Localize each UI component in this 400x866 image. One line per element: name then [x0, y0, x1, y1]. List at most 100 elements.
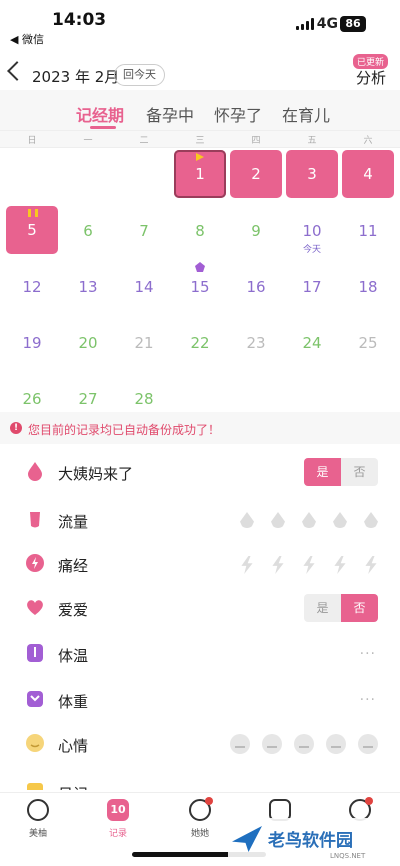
calendar-day[interactable]: 17: [284, 260, 340, 314]
record-row-weight[interactable]: 体重 ···: [12, 678, 390, 722]
calendar-day[interactable]: 14: [116, 260, 172, 314]
bird-logo-icon: [232, 826, 262, 852]
weekday-thu: 四: [251, 136, 261, 146]
record-row-pain: 痛经: [12, 542, 390, 586]
day-number: 6: [83, 222, 93, 240]
day-number: 10: [302, 222, 322, 240]
weekday-fri: 五: [307, 136, 317, 146]
flow-level-3[interactable]: [302, 512, 316, 528]
back-chevron-icon[interactable]: [7, 61, 27, 81]
mood-option-5[interactable]: [358, 734, 378, 754]
day-number: 8: [195, 222, 205, 240]
mood-option-2[interactable]: [262, 734, 282, 754]
day-number: 19: [22, 334, 42, 352]
flow-selector: [240, 512, 378, 528]
notification-dot: [365, 797, 373, 805]
status-time: 14:03: [52, 10, 107, 30]
tab-community[interactable]: 她她: [170, 797, 230, 839]
record-label: 大姨妈来了: [58, 465, 134, 483]
notification-dot: [205, 797, 213, 805]
flow-level-2[interactable]: [271, 512, 285, 528]
calendar-icon: 10: [107, 799, 129, 821]
calendar-day[interactable]: 5: [6, 206, 58, 254]
calendar-day[interactable]: 24: [284, 316, 340, 370]
record-label: 心情: [58, 737, 89, 755]
record-row-love: 爱爱 是 否: [12, 586, 390, 630]
calendar-day[interactable]: 2: [230, 150, 282, 198]
tab-preparing[interactable]: 备孕中: [146, 102, 194, 126]
day-number: 9: [251, 222, 261, 240]
day-number: 22: [190, 334, 210, 352]
calendar-day[interactable]: 21: [116, 316, 172, 370]
heart-icon: [27, 600, 43, 615]
calendar-day[interactable]: 8: [172, 204, 228, 258]
calendar-day[interactable]: 12: [4, 260, 60, 314]
tab-meiyou[interactable]: 美柚: [8, 799, 68, 839]
calendar-day[interactable]: 20: [60, 316, 116, 370]
tab-pregnant[interactable]: 怀孕了: [214, 102, 262, 126]
calendar-day[interactable]: 1: [174, 150, 226, 198]
mood-option-1[interactable]: [230, 734, 250, 754]
record-row-diary[interactable]: 日记: [12, 770, 390, 790]
battery-icon: 86: [340, 16, 366, 32]
drop-icon: [28, 462, 42, 481]
tab-record[interactable]: 10 记录: [88, 799, 148, 839]
calendar-day[interactable]: 10 今天: [284, 204, 340, 258]
weekday-tue: 二: [139, 136, 149, 146]
day-number: 25: [358, 334, 378, 352]
calendar-day[interactable]: 13: [60, 260, 116, 314]
calendar-day[interactable]: 22: [172, 316, 228, 370]
pain-level-3[interactable]: [303, 556, 315, 574]
pain-icon: [26, 554, 44, 572]
weekday-wed: 三: [195, 136, 205, 146]
day-number: 14: [134, 278, 154, 296]
flow-level-5[interactable]: [364, 512, 378, 528]
record-row-flow: 流量: [12, 498, 390, 542]
calendar-day[interactable]: 6: [60, 204, 116, 258]
mood-selector: [230, 734, 378, 754]
flow-level-1[interactable]: [240, 512, 254, 528]
month-title[interactable]: 2023 年 2月: [32, 66, 119, 87]
today-label: 今天: [302, 245, 321, 255]
calendar-day[interactable]: 4: [342, 150, 394, 198]
day-number: 4: [363, 165, 373, 183]
weekday-mon: 一: [83, 136, 93, 146]
calendar-day[interactable]: 23: [228, 316, 284, 370]
day-number: 16: [246, 278, 266, 296]
period-no-button[interactable]: 否: [341, 458, 378, 486]
record-row-temperature[interactable]: 体温 ···: [12, 632, 390, 676]
love-no-button[interactable]: 否: [341, 594, 378, 622]
love-yes-button[interactable]: 是: [304, 594, 341, 622]
calendar-day[interactable]: 7: [116, 204, 172, 258]
back-to-wechat[interactable]: ◀ 微信: [10, 31, 44, 47]
watermark: 老鸟软件园 LNQS.NET: [228, 818, 400, 866]
tab-parenting[interactable]: 在育儿: [282, 102, 330, 126]
more-icon[interactable]: ···: [360, 692, 376, 708]
calendar-day[interactable]: 18: [340, 260, 396, 314]
day-number: 3: [307, 165, 317, 183]
pain-level-4[interactable]: [334, 556, 346, 574]
day-number: 7: [139, 222, 149, 240]
mood-option-4[interactable]: [326, 734, 346, 754]
analysis-button[interactable]: 分析: [356, 67, 386, 88]
mood-option-3[interactable]: [294, 734, 314, 754]
record-row-mood: 心情: [12, 722, 390, 766]
calendar-day[interactable]: 3: [286, 150, 338, 198]
calendar-day[interactable]: 25: [340, 316, 396, 370]
pain-level-5[interactable]: [365, 556, 377, 574]
today-button[interactable]: 回今天: [114, 64, 165, 86]
pain-level-2[interactable]: [272, 556, 284, 574]
calendar-day[interactable]: 11: [340, 204, 396, 258]
more-icon[interactable]: ···: [360, 646, 376, 662]
calendar-day[interactable]: 16: [228, 260, 284, 314]
calendar-day[interactable]: 19: [4, 316, 60, 370]
calendar-day[interactable]: 15: [172, 260, 228, 314]
day-number: 27: [78, 390, 98, 408]
pain-level-1[interactable]: [241, 556, 253, 574]
period-yes-button[interactable]: 是: [304, 458, 341, 486]
tab-period[interactable]: 记经期: [76, 102, 124, 126]
calendar-day[interactable]: 9: [228, 204, 284, 258]
calendar-grid: 1 2 3 4 5 6 7 8 9 10 今天 11 12 13 14 15 16 17 18 19 20 21 22 23 2…: [0, 148, 400, 408]
weekday-sun: 日: [27, 136, 37, 146]
flow-level-4[interactable]: [333, 512, 347, 528]
